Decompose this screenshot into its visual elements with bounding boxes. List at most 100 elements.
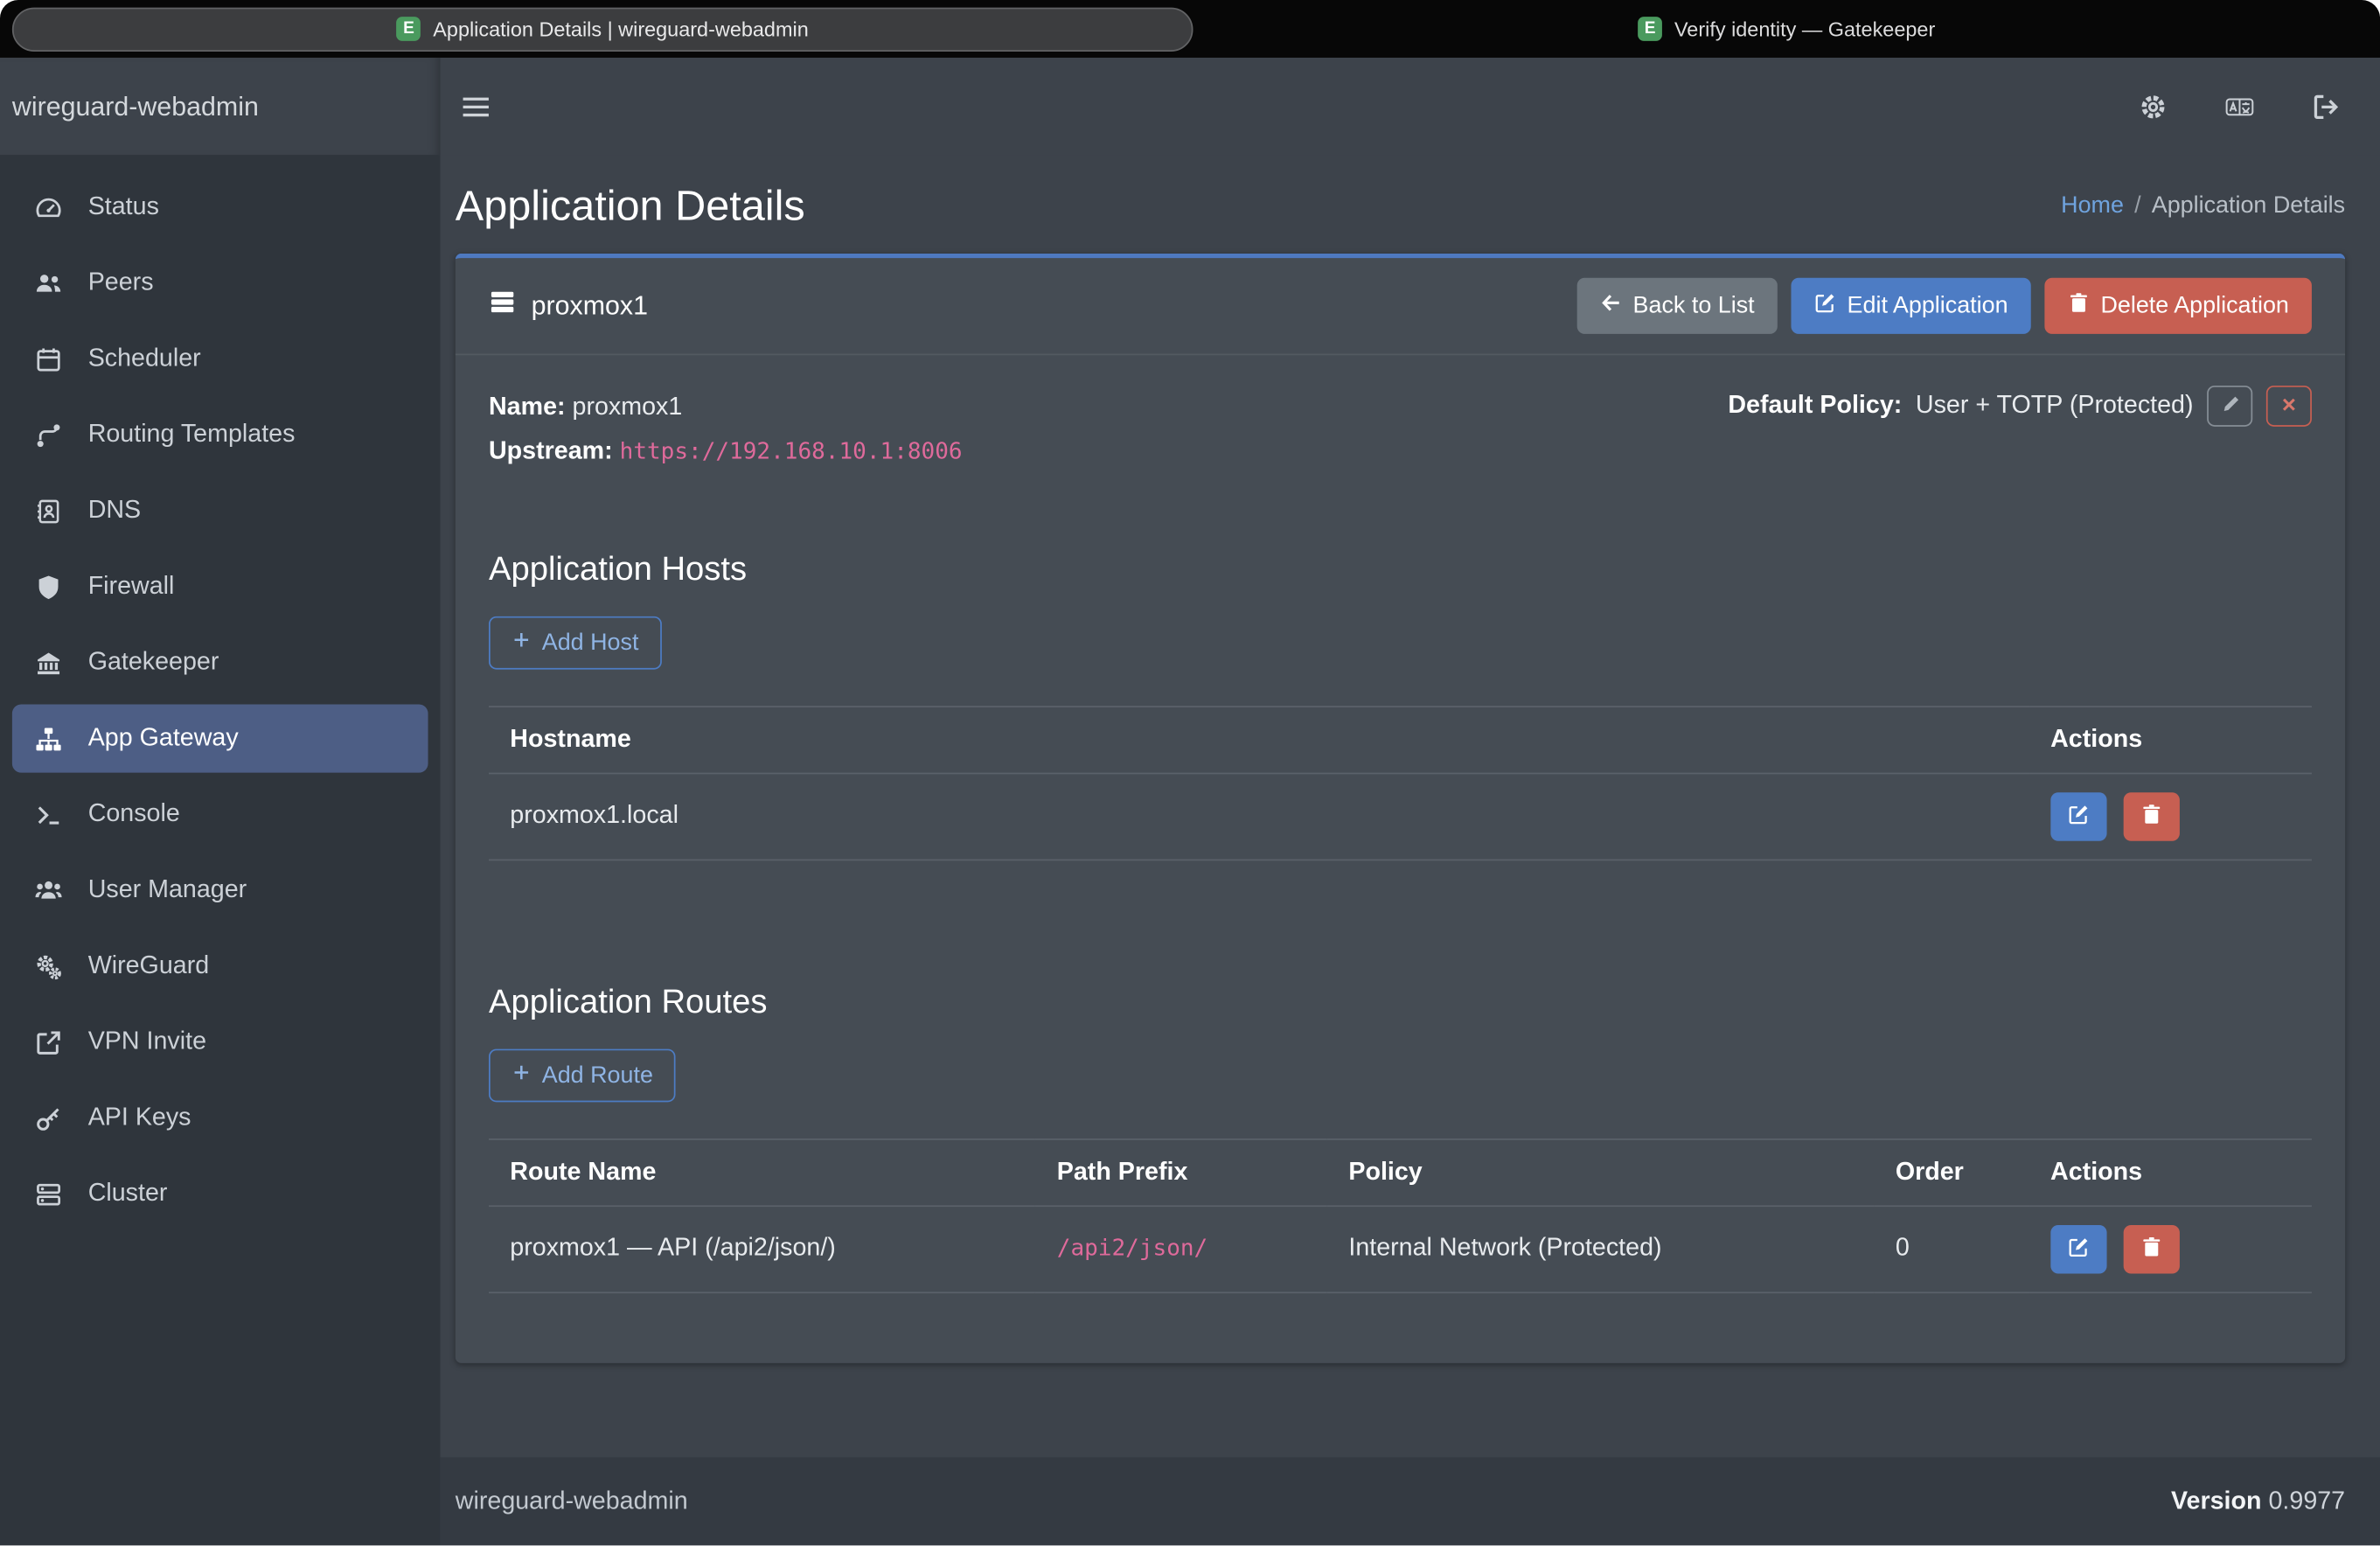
sidebar-item-cluster[interactable]: Cluster — [12, 1160, 428, 1228]
trash-icon — [2067, 291, 2090, 320]
card-header-buttons: Back to List Edit Application Delete App… — [1576, 278, 2312, 334]
sidebar-item-label: User Manager — [88, 876, 247, 905]
policy-value: User + TOTP (Protected) — [1916, 392, 2194, 421]
breadcrumb-separator: / — [2134, 192, 2140, 219]
delete-host-button[interactable] — [2124, 792, 2180, 841]
route-policy-cell: Internal Network (Protected) — [1327, 1206, 1874, 1292]
sidebar-item-label: Status — [88, 192, 159, 221]
routes-col-order: Order — [1875, 1139, 2029, 1206]
sidebar-item-api-keys[interactable]: API Keys — [12, 1084, 428, 1153]
bank-icon — [31, 649, 67, 676]
favicon-icon: E — [1638, 17, 1662, 41]
hosts-table: Hostname Actions proxmox1.local — [489, 706, 2312, 860]
close-icon: × — [2282, 393, 2296, 420]
sidebar-item-vpn-invite[interactable]: VPN Invite — [12, 1008, 428, 1076]
delete-route-button[interactable] — [2124, 1225, 2180, 1274]
sidebar-item-gatekeeper[interactable]: Gatekeeper — [12, 629, 428, 697]
plus-icon — [511, 1062, 532, 1089]
breadcrumb-home-link[interactable]: Home — [2061, 192, 2124, 219]
route-actions-cell — [2029, 1206, 2312, 1292]
sidebar-item-label: Peers — [88, 268, 154, 297]
delete-application-label: Delete Application — [2100, 293, 2288, 319]
user-group-icon — [31, 877, 67, 904]
sidebar-toggle-icon[interactable] — [462, 95, 491, 118]
top-navbar — [440, 58, 2380, 155]
sidebar-item-app-gateway[interactable]: App Gateway — [12, 705, 428, 773]
back-to-list-button[interactable]: Back to List — [1576, 278, 1777, 334]
window: E Application Details | wireguard-webadm… — [0, 0, 2380, 1546]
card-title: proxmox1 — [489, 289, 648, 324]
sidebar-item-label: Firewall — [88, 572, 175, 601]
pencil-square-icon — [2067, 803, 2090, 830]
address-book-icon — [31, 498, 67, 525]
sidebar-item-peers[interactable]: Peers — [12, 249, 428, 317]
app-frame: wireguard-webadmin Status Peers Schedule… — [0, 58, 2380, 1545]
sidebar-item-label: Scheduler — [88, 345, 201, 373]
sidebar-item-user-manager[interactable]: User Manager — [12, 856, 428, 924]
browser-tab-inactive[interactable]: E Verify identity — Gatekeeper — [1193, 17, 2380, 41]
sidebar-item-status[interactable]: Status — [12, 173, 428, 241]
add-route-button[interactable]: Add Route — [489, 1048, 676, 1102]
footer: wireguard-webadmin Version 0.9977 — [440, 1458, 2380, 1546]
routes-header-row: Route Name Path Prefix Policy Order Acti… — [489, 1139, 2312, 1206]
version-label: Version — [2171, 1487, 2262, 1514]
settings-gear-icon[interactable] — [2139, 92, 2168, 121]
favicon-icon: E — [397, 17, 421, 41]
sitemap-icon — [31, 725, 67, 752]
footer-app-name: wireguard-webadmin — [456, 1487, 688, 1515]
language-icon[interactable] — [2225, 92, 2254, 121]
main-column: Application Details Home/Application Det… — [440, 58, 2380, 1545]
route-path-cell: /api2/json/ — [1035, 1206, 1327, 1292]
sidebar-item-scheduler[interactable]: Scheduler — [12, 325, 428, 393]
edit-policy-button[interactable] — [2207, 386, 2252, 427]
edit-host-button[interactable] — [2050, 792, 2106, 841]
sidebar-item-label: App Gateway — [88, 724, 239, 753]
sidebar-item-console[interactable]: Console — [12, 780, 428, 848]
edit-application-label: Edit Application — [1848, 293, 2008, 319]
application-upstream-line: Upstream: https://192.168.10.1:8006 — [489, 429, 963, 473]
tachometer-icon — [31, 193, 67, 220]
hosts-heading: Application Hosts — [489, 549, 2312, 588]
edit-route-button[interactable] — [2050, 1225, 2106, 1274]
routes-col-name: Route Name — [489, 1139, 1035, 1206]
application-name-line: Name: proxmox1 — [489, 386, 963, 429]
routes-table: Route Name Path Prefix Policy Order Acti… — [489, 1139, 2312, 1293]
application-card: proxmox1 Back to List Edit Application — [456, 254, 2345, 1363]
route-path-value: /api2/json/ — [1057, 1235, 1207, 1262]
delete-application-button[interactable]: Delete Application — [2044, 278, 2312, 334]
upstream-label: Upstream: — [489, 437, 613, 464]
tab-title: Application Details | wireguard-webadmin — [433, 17, 808, 40]
sidebar-item-wireguard[interactable]: WireGuard — [12, 932, 428, 1000]
browser-tab-active[interactable]: E Application Details | wireguard-webadm… — [12, 7, 1193, 51]
application-name: proxmox1 — [532, 290, 648, 322]
server-stack-icon — [489, 289, 516, 324]
clear-policy-button[interactable]: × — [2266, 386, 2312, 427]
policy-label: Default Policy: — [1728, 392, 1902, 421]
brand-title: wireguard-webadmin — [0, 58, 440, 155]
hosts-col-actions: Actions — [2029, 707, 2312, 773]
hosts-header-row: Hostname Actions — [489, 707, 2312, 773]
content-area: Application Details Home/Application Det… — [440, 155, 2380, 1457]
key-icon — [31, 1104, 67, 1132]
card-body: Name: proxmox1 Upstream: https://192.168… — [456, 355, 2345, 1362]
arrow-left-icon — [1599, 291, 1622, 320]
sidebar-item-dns[interactable]: DNS — [12, 477, 428, 545]
breadcrumb: Home/Application Details — [2061, 192, 2345, 219]
page-title: Application Details — [456, 182, 805, 231]
add-host-button[interactable]: Add Host — [489, 616, 661, 669]
pencil-icon — [2220, 394, 2240, 419]
server-icon — [31, 1180, 67, 1208]
add-route-label: Add Route — [542, 1062, 653, 1089]
sidebar-item-label: Console — [88, 800, 180, 829]
route-order-cell: 0 — [1875, 1206, 2029, 1292]
trash-icon — [2140, 1236, 2163, 1263]
logout-icon[interactable] — [2312, 92, 2341, 121]
pencil-square-icon — [2067, 1236, 2090, 1263]
name-label: Name: — [489, 393, 566, 421]
sidebar-item-label: DNS — [88, 497, 141, 526]
sidebar-item-firewall[interactable]: Firewall — [12, 553, 428, 621]
sidebar-item-routing-templates[interactable]: Routing Templates — [12, 400, 428, 469]
application-info: Name: proxmox1 Upstream: https://192.168… — [489, 386, 2312, 473]
edit-application-button[interactable]: Edit Application — [1791, 278, 2030, 334]
routes-col-actions: Actions — [2029, 1139, 2312, 1206]
